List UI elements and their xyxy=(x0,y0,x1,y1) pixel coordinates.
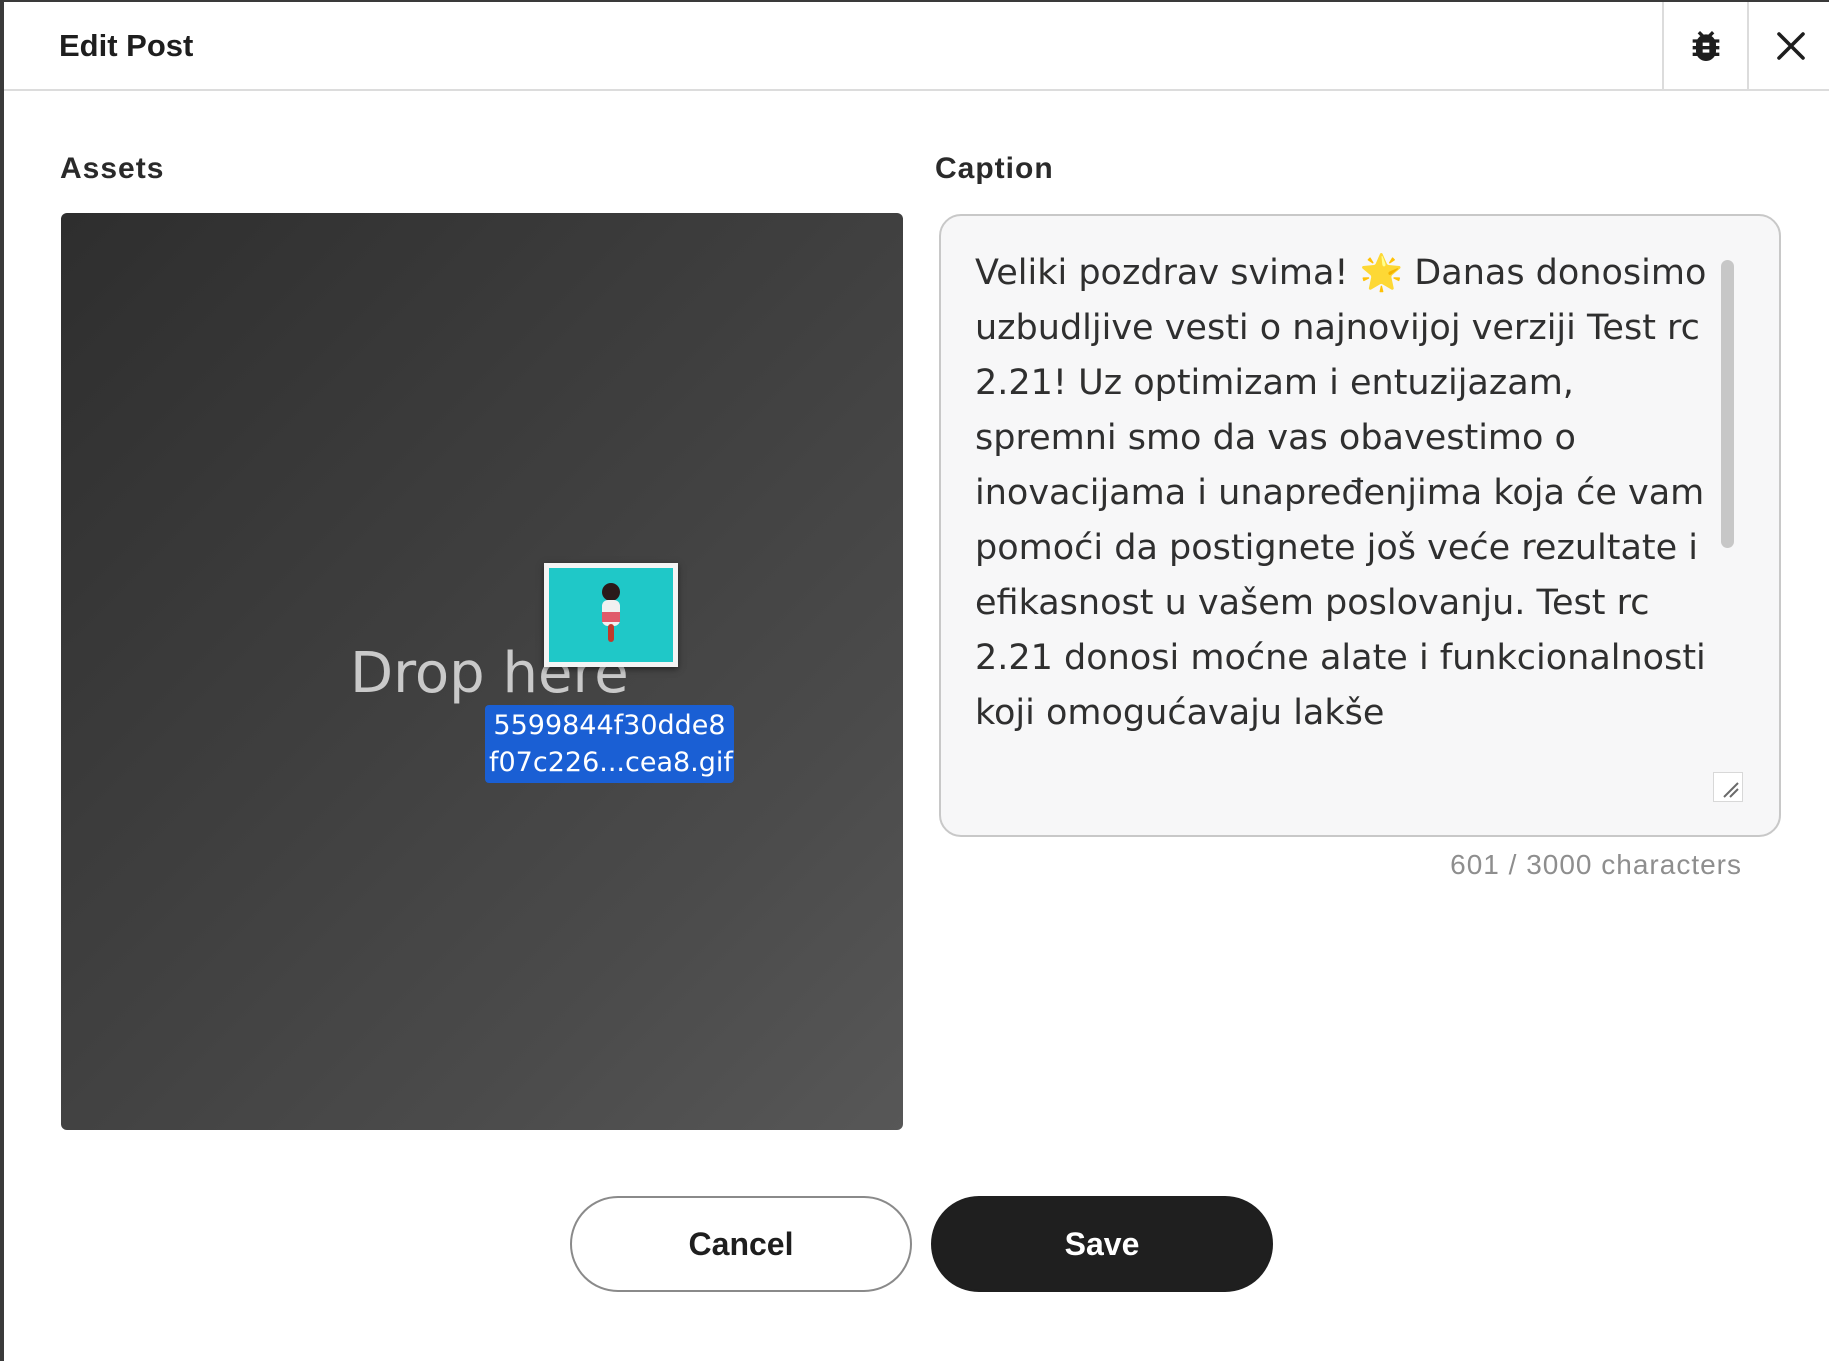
bug-icon xyxy=(1692,30,1719,61)
character-count: 601 / 3000 characters xyxy=(1450,849,1742,880)
asset-dropzone[interactable]: Drop here 5599844f30dde8 f07c226...cea8.… xyxy=(61,213,903,1130)
debug-button[interactable] xyxy=(1662,2,1747,89)
caption-text[interactable]: Veliki pozdrav svima! 🌟 Danas donosimo u… xyxy=(975,246,1715,806)
modal-title: Edit Post xyxy=(59,28,194,63)
caption-textarea[interactable]: Veliki pozdrav svima! 🌟 Danas donosimo u… xyxy=(939,214,1781,837)
resize-handle[interactable] xyxy=(1713,772,1743,802)
close-icon xyxy=(1776,31,1805,60)
cancel-button[interactable]: Cancel xyxy=(570,1196,912,1292)
caption-scrollbar-thumb[interactable] xyxy=(1721,260,1734,548)
popsicle-icon xyxy=(602,583,620,642)
close-button[interactable] xyxy=(1747,2,1829,89)
save-button[interactable]: Save xyxy=(931,1196,1273,1292)
edit-post-modal: Edit Post Assets Caption Drop here 55998… xyxy=(0,0,1829,1361)
resize-grip-icon xyxy=(1723,782,1739,798)
caption-label: Caption xyxy=(935,152,1054,185)
assets-label: Assets xyxy=(60,152,165,185)
file-name-line-1: 5599844f30dde8 xyxy=(493,710,726,741)
dragged-file-thumbnail[interactable] xyxy=(544,563,678,667)
modal-header: Edit Post xyxy=(4,2,1829,91)
thumbnail-image xyxy=(549,568,673,662)
file-name-line-2: f07c226...cea8.gif xyxy=(489,747,733,778)
dragged-file-name: 5599844f30dde8 f07c226...cea8.gif xyxy=(485,705,734,783)
